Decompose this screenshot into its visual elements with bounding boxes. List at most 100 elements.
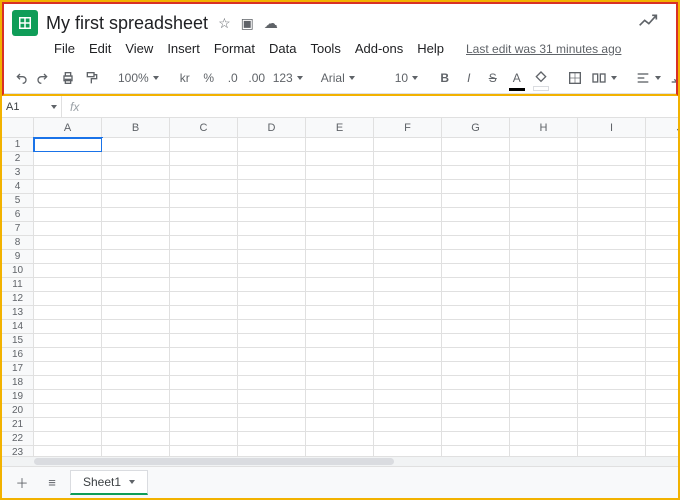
cell[interactable] [238,376,306,390]
cell[interactable] [170,446,238,456]
cell[interactable] [306,292,374,306]
cell[interactable] [238,432,306,446]
row-header[interactable]: 13 [2,306,34,320]
paint-format-icon[interactable] [82,67,102,89]
cell[interactable] [442,166,510,180]
italic-button[interactable]: I [459,67,479,89]
cell[interactable] [170,320,238,334]
increase-decimal-button[interactable]: .00 [247,67,267,89]
cell[interactable] [510,334,578,348]
cell[interactable] [646,348,678,362]
cell[interactable] [170,418,238,432]
row-header[interactable]: 22 [2,432,34,446]
cell[interactable] [34,362,102,376]
cell[interactable] [578,222,646,236]
cell[interactable] [102,236,170,250]
cell[interactable] [578,376,646,390]
cell[interactable] [238,278,306,292]
cell[interactable] [306,306,374,320]
cloud-status-icon[interactable]: ☁ [264,15,278,32]
cell[interactable] [306,404,374,418]
cell[interactable] [34,446,102,456]
all-sheets-button[interactable]: ≡ [40,471,64,495]
cell[interactable] [510,362,578,376]
cell[interactable] [238,166,306,180]
cell[interactable] [578,306,646,320]
cell[interactable] [238,404,306,418]
add-sheet-button[interactable]: ＋ [10,471,34,495]
cell[interactable] [646,334,678,348]
cell[interactable] [306,348,374,362]
cell[interactable] [374,306,442,320]
cell[interactable] [102,362,170,376]
cell[interactable] [170,348,238,362]
cell[interactable] [442,320,510,334]
cell[interactable] [238,320,306,334]
cell[interactable] [578,334,646,348]
row-header[interactable]: 11 [2,278,34,292]
cell[interactable] [102,278,170,292]
row-header[interactable]: 10 [2,264,34,278]
cell[interactable] [578,432,646,446]
row-header[interactable]: 20 [2,404,34,418]
cell[interactable] [442,152,510,166]
cell[interactable] [442,236,510,250]
menu-format[interactable]: Format [208,38,261,59]
cell[interactable] [238,334,306,348]
cell[interactable] [442,362,510,376]
cell[interactable] [170,278,238,292]
cell[interactable] [442,278,510,292]
cell[interactable] [102,264,170,278]
cell[interactable] [238,264,306,278]
cell[interactable] [442,138,510,152]
cell[interactable] [238,306,306,320]
cell[interactable] [646,138,678,152]
cell[interactable] [102,306,170,320]
cell[interactable] [442,334,510,348]
undo-icon[interactable] [10,67,30,89]
cell[interactable] [578,152,646,166]
cell[interactable] [646,320,678,334]
cell[interactable] [374,180,442,194]
cell[interactable] [578,446,646,456]
cell[interactable] [170,264,238,278]
column-header[interactable]: J [646,118,678,138]
cell[interactable] [306,376,374,390]
cell[interactable] [374,250,442,264]
row-header[interactable]: 16 [2,348,34,362]
cell[interactable] [442,180,510,194]
cell[interactable] [306,180,374,194]
menu-help[interactable]: Help [411,38,450,59]
cell[interactable] [238,348,306,362]
row-header[interactable]: 5 [2,194,34,208]
cell[interactable] [34,390,102,404]
cell[interactable] [34,236,102,250]
cell[interactable] [34,194,102,208]
cell[interactable] [238,152,306,166]
cell[interactable] [646,222,678,236]
cell[interactable] [578,390,646,404]
select-all-corner[interactable] [2,118,34,138]
cell[interactable] [306,390,374,404]
column-header[interactable]: D [238,118,306,138]
cell[interactable] [102,390,170,404]
menu-file[interactable]: File [48,38,81,59]
cell[interactable] [170,236,238,250]
cell[interactable] [170,166,238,180]
cell[interactable] [374,404,442,418]
cell[interactable] [34,278,102,292]
cell[interactable] [442,432,510,446]
cell[interactable] [578,180,646,194]
cell[interactable] [646,306,678,320]
cell[interactable] [374,376,442,390]
activity-icon[interactable] [638,12,658,35]
cell[interactable] [374,390,442,404]
cell[interactable] [102,138,170,152]
row-header[interactable]: 7 [2,222,34,236]
cell[interactable] [374,418,442,432]
cell[interactable] [374,348,442,362]
cell[interactable] [646,208,678,222]
cell[interactable] [34,432,102,446]
cell[interactable] [238,138,306,152]
cell[interactable] [442,306,510,320]
